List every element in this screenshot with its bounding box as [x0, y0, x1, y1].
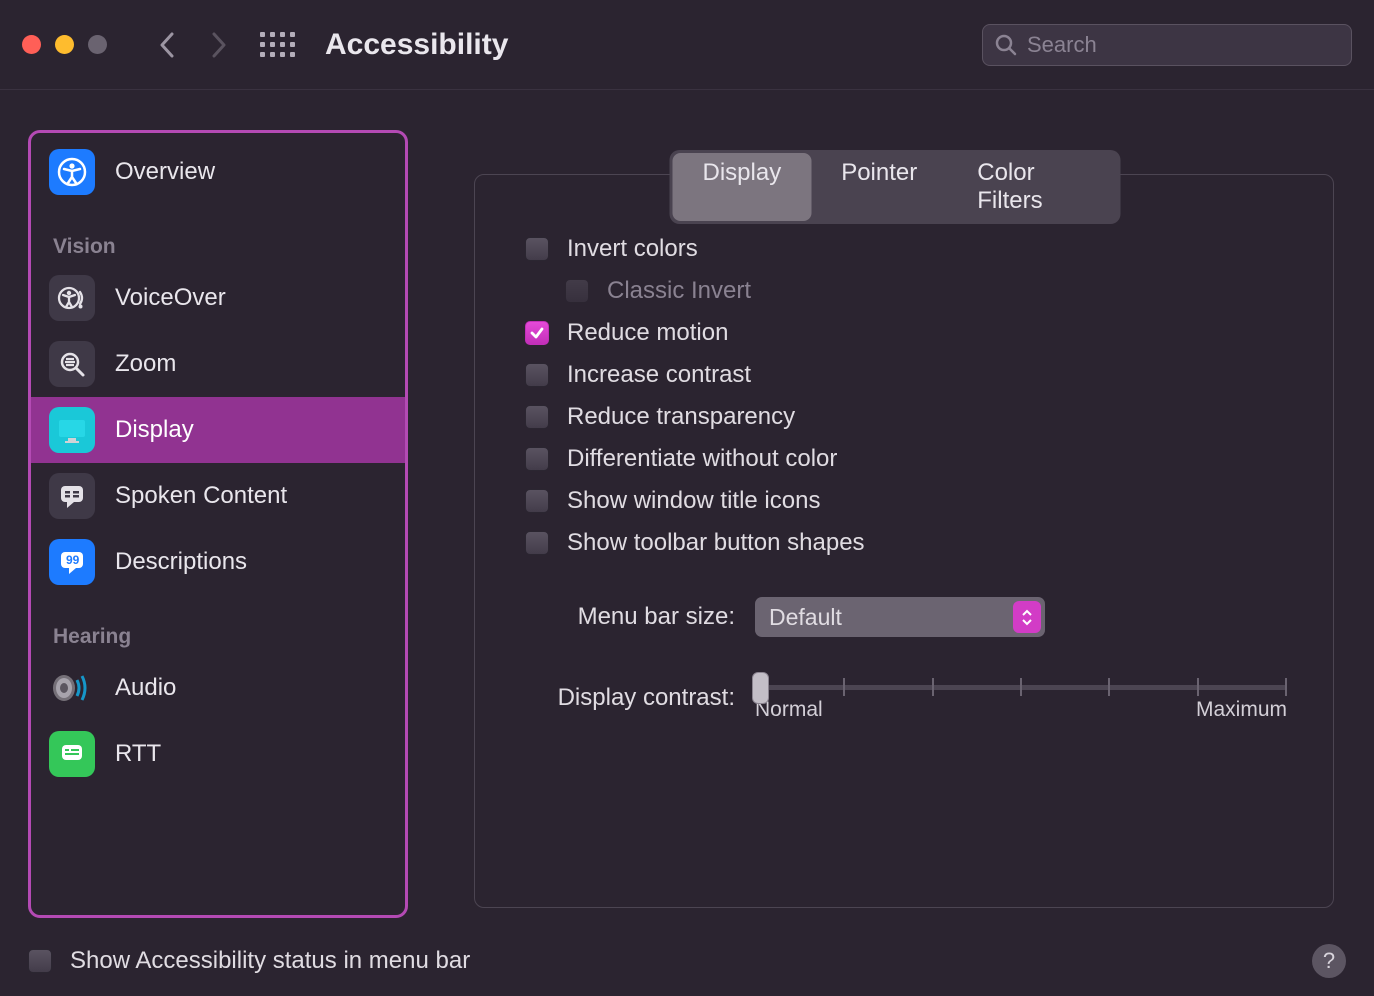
- menu-bar-size-select[interactable]: Default: [755, 597, 1045, 637]
- svg-text:99: 99: [66, 553, 80, 567]
- traffic-lights: [22, 35, 107, 54]
- voiceover-icon: [49, 275, 95, 321]
- checkbox[interactable]: [525, 531, 549, 555]
- sidebar-item-label: Overview: [115, 158, 215, 186]
- checkbox[interactable]: [525, 237, 549, 261]
- sidebar-item-voiceover[interactable]: VoiceOver: [31, 265, 405, 331]
- display-contrast-row: Display contrast: Normal Maximum: [525, 673, 1287, 722]
- tab-display[interactable]: Display: [673, 153, 812, 221]
- checkbox[interactable]: [525, 405, 549, 429]
- option-label: Classic Invert: [607, 277, 751, 305]
- sidebar-item-audio[interactable]: Audio: [31, 655, 405, 721]
- option-label: Differentiate without color: [567, 445, 837, 473]
- sidebar-item-zoom[interactable]: Zoom: [31, 331, 405, 397]
- option-label: Increase contrast: [567, 361, 751, 389]
- descriptions-icon: 99: [49, 539, 95, 585]
- sidebar-item-display[interactable]: Display: [31, 397, 405, 463]
- sidebar-item-label: Spoken Content: [115, 482, 287, 510]
- help-icon: ?: [1323, 948, 1335, 974]
- display-contrast-slider[interactable]: Normal Maximum: [755, 673, 1287, 722]
- checkbox: [565, 279, 589, 303]
- sidebar-item-rtt[interactable]: RTT: [31, 721, 405, 787]
- zoom-icon: [49, 341, 95, 387]
- footer: Show Accessibility status in menu bar ?: [28, 944, 1346, 978]
- option-label: Show toolbar button shapes: [567, 529, 865, 557]
- slider-max-label: Maximum: [1196, 698, 1287, 722]
- sidebar-item-label: RTT: [115, 740, 161, 768]
- show-all-button[interactable]: [255, 23, 299, 67]
- zoom-window-button[interactable]: [88, 35, 107, 54]
- segmented-control: Display Pointer Color Filters: [670, 150, 1121, 224]
- back-button[interactable]: [145, 23, 189, 67]
- sidebar-item-label: Audio: [115, 674, 176, 702]
- option-classic-invert: Classic Invert: [525, 277, 1287, 305]
- sidebar-item-label: Display: [115, 416, 194, 444]
- sidebar: Overview Vision VoiceOver Zoom Display: [28, 130, 408, 918]
- option-label: Reduce transparency: [567, 403, 795, 431]
- status-checkbox[interactable]: [28, 949, 52, 973]
- option-label: Invert colors: [567, 235, 698, 263]
- window-title: Accessibility: [325, 28, 508, 62]
- search-field[interactable]: [982, 24, 1352, 66]
- tab-color-filters[interactable]: Color Filters: [947, 153, 1117, 221]
- display-options-group: Invert colors Classic Invert Reduce moti…: [474, 174, 1334, 908]
- titlebar: Accessibility: [0, 0, 1374, 90]
- sidebar-item-label: Descriptions: [115, 548, 247, 576]
- option-differentiate-without-color[interactable]: Differentiate without color: [525, 445, 1287, 473]
- select-value: Default: [769, 604, 842, 631]
- option-label: Show window title icons: [567, 487, 820, 515]
- option-show-toolbar-button-shapes[interactable]: Show toolbar button shapes: [525, 529, 1287, 557]
- option-reduce-transparency[interactable]: Reduce transparency: [525, 403, 1287, 431]
- slider-thumb[interactable]: [752, 672, 769, 704]
- display-contrast-label: Display contrast:: [525, 684, 735, 712]
- option-label: Reduce motion: [567, 319, 728, 347]
- checkbox[interactable]: [525, 489, 549, 513]
- help-button[interactable]: ?: [1312, 944, 1346, 978]
- sidebar-item-label: Zoom: [115, 350, 176, 378]
- display-icon: [49, 407, 95, 453]
- search-input[interactable]: [1027, 32, 1339, 58]
- select-arrows-icon: [1013, 601, 1041, 633]
- option-invert-colors[interactable]: Invert colors: [525, 235, 1287, 263]
- checkbox[interactable]: [525, 447, 549, 471]
- search-icon: [995, 34, 1017, 56]
- checkbox[interactable]: [525, 321, 549, 345]
- accessibility-icon: [49, 149, 95, 195]
- sidebar-section-hearing: Hearing: [31, 595, 405, 655]
- sidebar-section-vision: Vision: [31, 205, 405, 265]
- grid-icon: [260, 32, 295, 57]
- checkbox[interactable]: [525, 363, 549, 387]
- option-reduce-motion[interactable]: Reduce motion: [525, 319, 1287, 347]
- option-increase-contrast[interactable]: Increase contrast: [525, 361, 1287, 389]
- menu-bar-size-label: Menu bar size:: [525, 603, 735, 631]
- detail-panel: Display Pointer Color Filters Invert col…: [444, 130, 1346, 918]
- tab-pointer[interactable]: Pointer: [811, 153, 947, 221]
- close-window-button[interactable]: [22, 35, 41, 54]
- menu-bar-size-row: Menu bar size: Default: [525, 597, 1287, 637]
- spoken-content-icon: [49, 473, 95, 519]
- audio-icon: [49, 665, 95, 711]
- forward-button[interactable]: [197, 23, 241, 67]
- minimize-window-button[interactable]: [55, 35, 74, 54]
- sidebar-item-label: VoiceOver: [115, 284, 226, 312]
- status-checkbox-label: Show Accessibility status in menu bar: [70, 947, 470, 975]
- option-show-window-title-icons[interactable]: Show window title icons: [525, 487, 1287, 515]
- sidebar-item-overview[interactable]: Overview: [31, 139, 405, 205]
- rtt-icon: [49, 731, 95, 777]
- sidebar-item-spoken-content[interactable]: Spoken Content: [31, 463, 405, 529]
- sidebar-item-descriptions[interactable]: 99 Descriptions: [31, 529, 405, 595]
